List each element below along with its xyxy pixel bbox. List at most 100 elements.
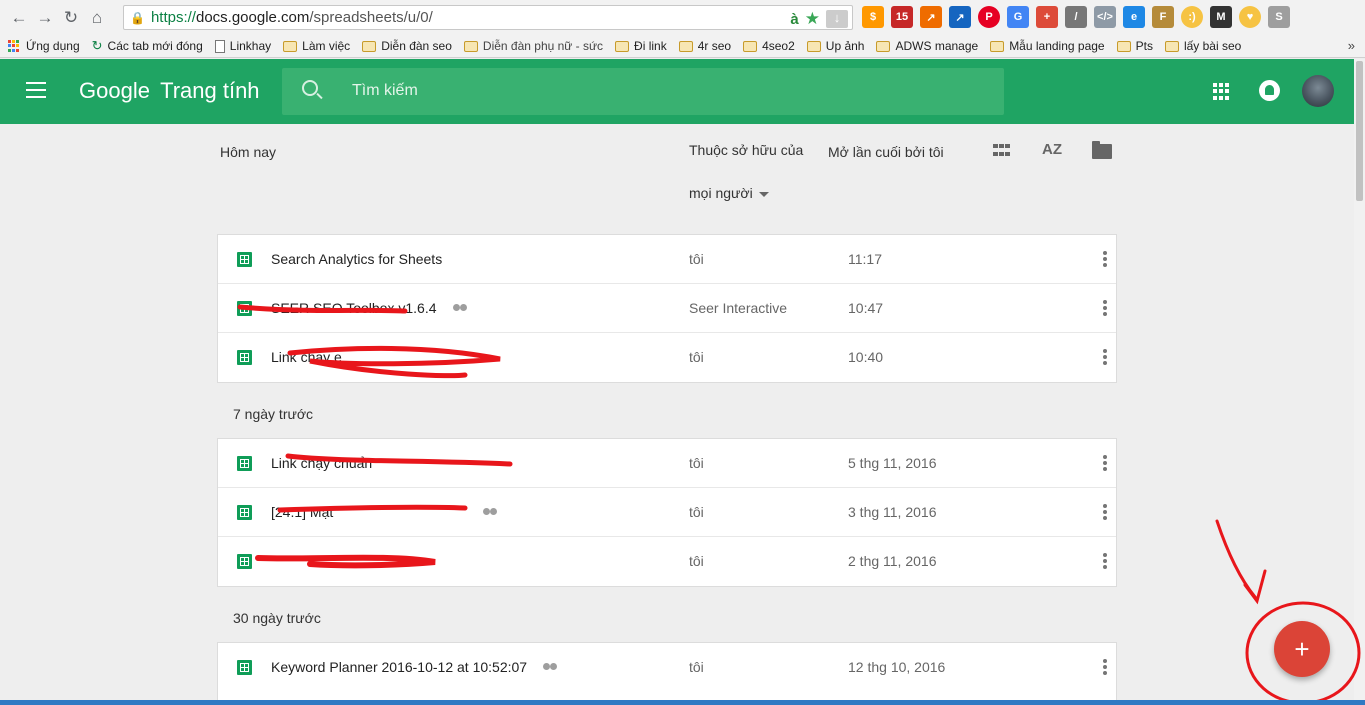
url-scheme: https://: [150, 9, 196, 26]
extension-5-icon[interactable]: e: [1123, 6, 1145, 28]
notifications-icon[interactable]: [1259, 80, 1280, 101]
eyedropper-icon[interactable]: /: [1065, 6, 1087, 28]
forward-icon[interactable]: →: [32, 5, 58, 31]
section-heading-today: Hôm nay: [220, 144, 277, 160]
spreadsheet-icon: [237, 350, 252, 365]
taskbar-edge: [0, 700, 1365, 705]
more-options-icon[interactable]: [1103, 300, 1107, 316]
extension-8-icon[interactable]: S: [1268, 6, 1290, 28]
more-options-icon[interactable]: [1103, 553, 1107, 569]
bookmark-label: Up ảnh: [825, 39, 865, 53]
more-options-icon[interactable]: [1103, 349, 1107, 365]
bookmark-apps[interactable]: Ứng dụng: [8, 39, 80, 53]
avatar[interactable]: [1302, 75, 1334, 107]
menu-icon[interactable]: [26, 82, 46, 98]
address-bar[interactable]: 🔒 https:// docs.google.com /spreadsheets…: [123, 5, 853, 30]
bookmark-folder[interactable]: ADWS manage: [876, 39, 978, 53]
table-row[interactable]: tôi 2 thg 11, 2016: [218, 537, 1116, 586]
grid-view-icon[interactable]: [993, 144, 1010, 159]
extension-6-icon[interactable]: F: [1152, 6, 1174, 28]
app-brand[interactable]: Google Trang tính: [79, 78, 260, 104]
search-icon[interactable]: [302, 80, 318, 96]
owner-filter-dropdown[interactable]: Thuộc sở hữu của mọi người: [689, 143, 809, 200]
bookmark-folder[interactable]: Up ảnh: [806, 39, 865, 53]
table-row[interactable]: [24.1] Mật tôi 3 thg 11, 2016: [218, 488, 1116, 537]
file-date: 10:40: [848, 349, 884, 365]
spreadsheet-icon: [237, 301, 252, 316]
emoji-icon[interactable]: :): [1181, 6, 1203, 28]
extension-1-icon[interactable]: $: [862, 6, 884, 28]
download-icon[interactable]: ↓: [826, 10, 848, 28]
bookmark-recent-tabs[interactable]: ↻ Các tab mới đóng: [92, 38, 203, 54]
folder-icon: [283, 40, 298, 52]
search-input[interactable]: [352, 81, 952, 101]
more-options-icon[interactable]: [1103, 251, 1107, 267]
more-options-icon[interactable]: [1103, 659, 1107, 675]
sort-az-icon[interactable]: AZ: [1042, 141, 1062, 158]
file-date: 11:17: [848, 251, 882, 267]
bookmark-folder[interactable]: Diễn đàn seo: [362, 39, 452, 53]
folder-icon: [615, 40, 630, 52]
bookmark-folder[interactable]: 4r seo: [678, 39, 731, 53]
emoji-heart-icon[interactable]: ♥: [1239, 6, 1261, 28]
open-file-picker-icon[interactable]: [1092, 141, 1112, 159]
last-opened-sort[interactable]: Mở lần cuối bởi tôi: [828, 144, 944, 160]
apps-icon: [8, 40, 20, 52]
page-scrollbar[interactable]: [1354, 59, 1365, 705]
bookmark-label: Đi link: [634, 39, 667, 53]
back-icon[interactable]: ←: [6, 5, 32, 31]
file-owner: tôi: [689, 455, 704, 471]
bookmark-folder[interactable]: Làm việc: [283, 39, 350, 53]
more-options-icon[interactable]: [1103, 504, 1107, 520]
folder-icon: [463, 40, 478, 52]
table-row[interactable]: Search Analytics for Sheets tôi 11:17: [218, 235, 1116, 284]
section-heading: 7 ngày trước: [233, 406, 314, 422]
google-plus-icon[interactable]: +: [1036, 6, 1058, 28]
extension-7-icon[interactable]: M: [1210, 6, 1232, 28]
file-title: Keyword Planner 2016-10-12 at 10:52:07: [271, 659, 528, 675]
owner-filter-value: mọi người: [689, 185, 753, 201]
extension-3-icon[interactable]: ↗: [920, 6, 942, 28]
spreadsheet-icon: [237, 660, 252, 675]
table-row[interactable]: Link chạy chuẩn tôi 5 thg 11, 2016: [218, 439, 1116, 488]
code-icon[interactable]: </>: [1094, 6, 1116, 28]
extension-2-icon[interactable]: 15: [891, 6, 913, 28]
extension-4-icon[interactable]: ↗: [949, 6, 971, 28]
file-date: 10:47: [848, 300, 884, 316]
table-row[interactable]: SEER SEO Toolbox v1.6.4 Seer Interactive…: [218, 284, 1116, 333]
bookmark-folder[interactable]: Mẫu landing page: [990, 39, 1105, 53]
more-options-icon[interactable]: [1103, 455, 1107, 471]
folder-icon: [1116, 40, 1131, 52]
search-bar[interactable]: [282, 68, 1004, 115]
spreadsheet-icon: [237, 252, 252, 267]
home-icon[interactable]: ⌂: [84, 5, 110, 31]
bookmark-star-icon[interactable]: ★: [805, 9, 820, 29]
file-date: 5 thg 11, 2016: [848, 455, 937, 471]
google-apps-icon[interactable]: [1213, 83, 1230, 100]
bookmark-folder[interactable]: lấy bài seo: [1164, 39, 1241, 53]
bookmark-label: Linkhay: [229, 39, 272, 53]
table-row[interactable]: Keyword Planner 2016-10-12 at 10:52:07 t…: [218, 643, 1116, 692]
pinterest-icon[interactable]: P: [978, 6, 1000, 28]
file-date: 12 thg 10, 2016: [848, 659, 946, 675]
shared-people-icon: [452, 304, 469, 314]
bookmark-folder[interactable]: Diễn đàn phụ nữ - sức: [463, 39, 603, 53]
table-row[interactable]: Link chạy e tôi 10:40: [218, 333, 1116, 382]
new-spreadsheet-button[interactable]: +: [1274, 621, 1330, 677]
bookmark-linkhay[interactable]: Linkhay: [214, 39, 272, 53]
folder-icon: [876, 40, 891, 52]
file-date: 3 thg 11, 2016: [848, 504, 937, 520]
bookmarks-overflow-button[interactable]: »: [1348, 38, 1355, 53]
bookmark-label: Pts: [1135, 39, 1153, 53]
extensions-bar: $ 15 ↗ ↗ P G + / </> e F :) M ♥ S: [862, 6, 1290, 28]
google-translate-icon[interactable]: G: [1007, 6, 1029, 28]
file-title-wrap: Keyword Planner 2016-10-12 at 10:52:07: [271, 659, 559, 675]
reload-icon[interactable]: ↻: [58, 5, 84, 31]
bookmark-label: Làm việc: [302, 39, 351, 53]
scrollbar-thumb[interactable]: [1356, 61, 1363, 201]
bookmark-folder[interactable]: Pts: [1116, 39, 1153, 53]
bookmark-folder[interactable]: Đi link: [615, 39, 667, 53]
translate-icon[interactable]: à: [790, 11, 798, 28]
file-owner: tôi: [689, 251, 704, 267]
bookmark-folder[interactable]: 4seo2: [743, 39, 795, 53]
